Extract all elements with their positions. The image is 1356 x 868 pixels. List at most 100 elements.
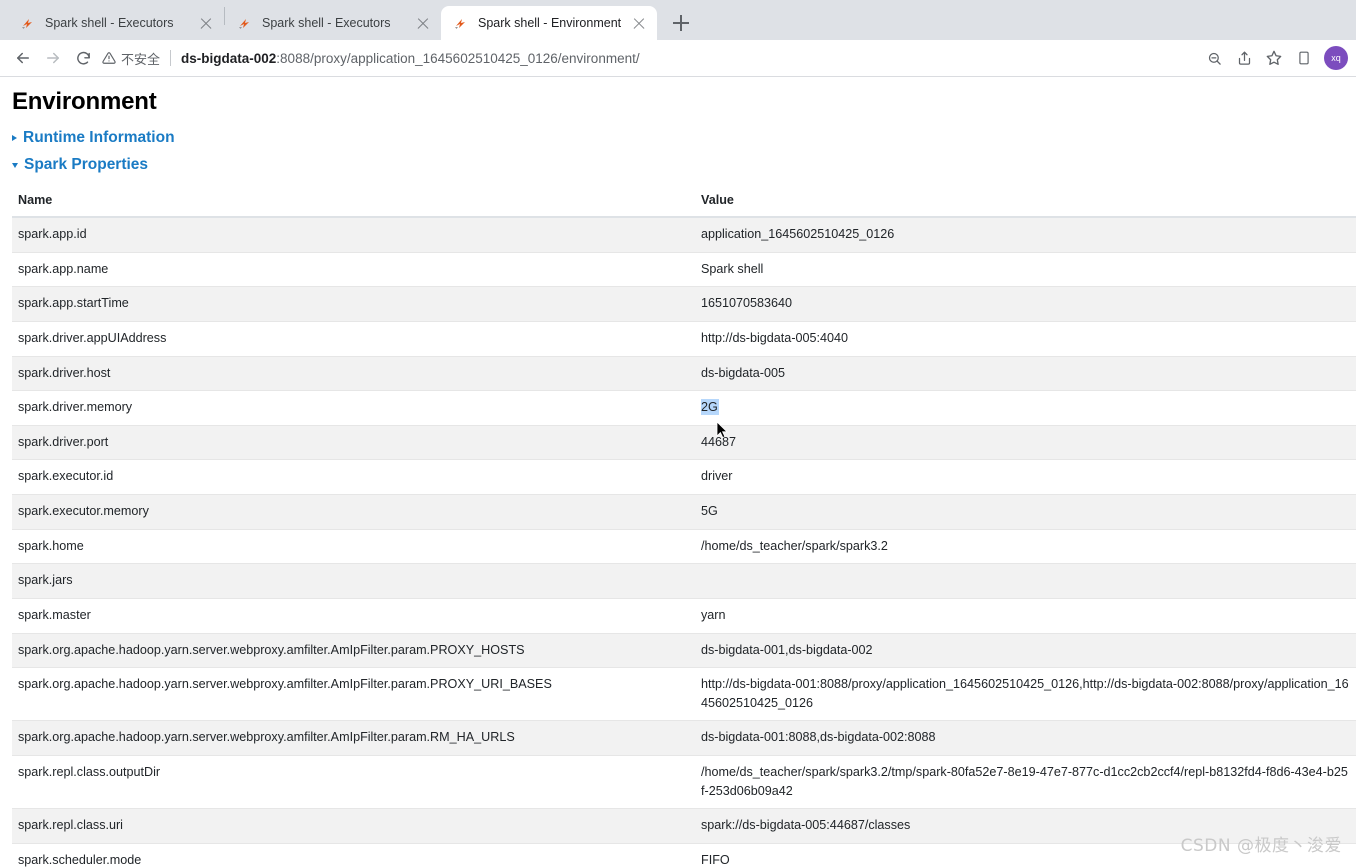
property-value-cell [695, 563, 1356, 599]
tab-strip: Spark shell - Executors Spark shell - Ex… [0, 0, 1356, 40]
section-spark-properties[interactable]: Spark Properties [0, 156, 1356, 174]
browser-tab-2[interactable]: Spark shell - Executors [225, 6, 441, 40]
property-value-cell: http://ds-bigdata-001:8088/proxy/applica… [695, 667, 1356, 721]
property-value-cell: driver [695, 459, 1356, 495]
address-bar[interactable]: 不安全 ds-bigdata-002:8088/proxy/applicatio… [102, 44, 1194, 72]
section-runtime-information[interactable]: Runtime Information [0, 129, 1356, 147]
table-row: spark.org.apache.hadoop.yarn.server.webp… [12, 667, 1356, 721]
bookmark-star-icon[interactable] [1260, 44, 1288, 72]
section-label: Runtime Information [23, 129, 175, 146]
spark-properties-table: Name Value spark.app.id application_16456… [12, 185, 1356, 868]
table-row: spark.driver.port 44687 [12, 424, 1356, 460]
url-text: ds-bigdata-002:8088/proxy/application_16… [181, 51, 640, 66]
property-name-cell: spark.org.apache.hadoop.yarn.server.webp… [12, 720, 695, 756]
section-label: Spark Properties [24, 156, 149, 173]
spark-icon [453, 15, 469, 31]
reading-list-icon[interactable] [1290, 44, 1318, 72]
property-name-cell: spark.org.apache.hadoop.yarn.server.webp… [12, 667, 695, 721]
property-value-cell: /home/ds_teacher/spark/spark3.2/tmp/spar… [695, 754, 1356, 809]
table-row: spark.driver.host ds-bigdata-005 [12, 355, 1356, 391]
table-row: spark.home/home/ds_teacher/spark/spark3.… [12, 528, 1356, 564]
property-name-cell: spark.driver.host [12, 355, 695, 391]
property-value-cell: 2G [695, 390, 1356, 426]
table-row: spark.driver.appUIAddress http://ds-bigda… [12, 320, 1356, 356]
property-value-cell: http://ds-bigdata-005:4040 [695, 320, 1356, 356]
not-secure-label: 不安全 [121, 51, 161, 67]
property-name-cell: spark.app.id [12, 216, 695, 253]
table-row: spark.executor.memory 5G [12, 494, 1356, 530]
tab-title: Spark shell - Executors [45, 16, 174, 30]
new-tab-button[interactable] [667, 9, 695, 37]
table-row: spark.master yarn [12, 597, 1356, 633]
browser-tab-1[interactable]: Spark shell - Executors [8, 6, 224, 40]
property-name-cell: spark.app.startTime [12, 286, 695, 322]
not-secure-indicator[interactable]: 不安全 [102, 49, 160, 68]
warning-triangle-icon [102, 52, 116, 64]
property-name-cell: spark.executor.memory [12, 494, 695, 530]
table-row: spark.jars [12, 563, 1356, 599]
browser-window: Spark shell - Executors Spark shell - Ex… [0, 0, 1356, 868]
property-value-cell: yarn [695, 597, 1356, 633]
avatar-label: xq [1331, 53, 1341, 63]
table-body: spark.app.id application_1645602510425_01… [12, 216, 1356, 868]
table-row: spark.repl.class.uri spark://ds-bigdata-0… [12, 808, 1356, 844]
tab-title: Spark shell - Environment [478, 16, 622, 30]
table-header-row: Name Value [12, 185, 1356, 218]
share-icon[interactable] [1230, 44, 1258, 72]
property-value-cell: spark://ds-bigdata-005:44687/classes [695, 808, 1356, 844]
browser-toolbar: 不安全 ds-bigdata-002:8088/proxy/applicatio… [0, 40, 1356, 113]
property-name-cell: spark.scheduler.mode [12, 842, 695, 868]
column-header-value[interactable]: Value [695, 185, 1356, 218]
property-name-cell: spark.repl.class.uri [12, 808, 695, 844]
table-row: spark.executor.id driver [12, 459, 1356, 495]
table-row: spark.app.id application_1645602510425_01… [12, 216, 1356, 253]
property-value-cell: FIFO [695, 842, 1356, 868]
table-row: spark.driver.memory 2G [12, 390, 1356, 426]
property-value-cell: /home/ds_teacher/spark/spark3.2 [695, 528, 1356, 564]
property-name-cell: spark.app.name [12, 251, 695, 287]
chevron-right-icon [12, 135, 17, 141]
close-icon[interactable] [631, 15, 647, 31]
property-name-cell: spark.master [12, 597, 695, 633]
property-value-cell: ds-bigdata-001:8088,ds-bigdata-002:8088 [695, 720, 1356, 756]
column-header-name[interactable]: Name [12, 185, 695, 218]
page-title: Environment [12, 88, 157, 115]
property-value-cell: ds-bigdata-001,ds-bigdata-002 [695, 632, 1356, 668]
zoom-out-icon[interactable] [1200, 44, 1228, 72]
back-arrow-icon[interactable] [8, 43, 38, 73]
property-name-cell: spark.executor.id [12, 459, 695, 495]
property-value-cell: Spark shell [695, 251, 1356, 287]
forward-arrow-icon[interactable] [38, 43, 68, 73]
reload-icon[interactable] [68, 43, 98, 73]
chevron-down-icon [12, 162, 18, 168]
property-value-cell: 1651070583640 [695, 286, 1356, 322]
toolbar-icon-group: xq [1200, 44, 1348, 72]
close-icon[interactable] [415, 15, 431, 31]
close-icon[interactable] [198, 15, 214, 31]
table-row: spark.scheduler.mode FIFO [12, 842, 1356, 868]
table-row: spark.app.name Spark shell [12, 251, 1356, 287]
page-content: Environment Runtime Information Spark Pr… [0, 77, 1356, 868]
property-name-cell: spark.driver.port [12, 424, 695, 460]
table-row: spark.org.apache.hadoop.yarn.server.webp… [12, 720, 1356, 756]
property-name-cell: spark.org.apache.hadoop.yarn.server.webp… [12, 632, 695, 668]
table-row: spark.org.apache.hadoop.yarn.server.webp… [12, 632, 1356, 668]
property-name-cell: spark.driver.memory [12, 390, 695, 426]
property-name-cell: spark.driver.appUIAddress [12, 320, 695, 356]
table-row: spark.app.startTime 1651070583640 [12, 286, 1356, 322]
property-value-cell: 44687 [695, 424, 1356, 460]
tab-title: Spark shell - Executors [262, 16, 391, 30]
browser-tab-3-active[interactable]: Spark shell - Environment [441, 6, 657, 40]
property-name-cell: spark.home [12, 528, 695, 564]
property-value-cell: ds-bigdata-005 [695, 355, 1356, 391]
property-value-cell: application_1645602510425_0126 [695, 216, 1356, 253]
omnibox-divider [170, 50, 172, 66]
url-host: ds-bigdata-002 [181, 50, 277, 66]
avatar[interactable]: xq [1324, 46, 1348, 70]
property-name-cell: spark.jars [12, 563, 695, 599]
url-path: :8088/proxy/application_1645602510425_01… [276, 50, 640, 66]
selected-text: 2G [701, 399, 719, 416]
property-name-cell: spark.repl.class.outputDir [12, 754, 695, 809]
spark-icon [237, 15, 253, 31]
spark-icon [20, 15, 36, 31]
